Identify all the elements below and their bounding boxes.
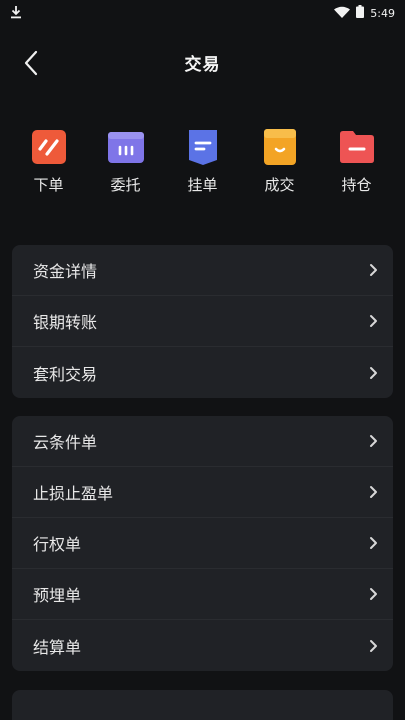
quick-action-label: 下单 — [33, 176, 64, 194]
pending-order-icon — [188, 130, 217, 165]
menu-item-fund-details[interactable]: 资金详情 — [12, 245, 393, 296]
menu-item-label: 资金详情 — [33, 262, 98, 281]
quick-action-position[interactable]: 持仓 — [326, 128, 388, 208]
order-icon — [31, 130, 66, 164]
menu-item-stop-loss-take-profit[interactable]: 止损止盈单 — [12, 467, 393, 518]
quick-action-pending-order[interactable]: 挂单 — [172, 128, 234, 208]
back-button[interactable] — [14, 46, 48, 80]
menu-item-label: 结算单 — [33, 637, 82, 657]
page-title: 交易 — [184, 54, 221, 75]
menu-item-label: 止损止盈单 — [33, 484, 114, 503]
quick-action-label: 成交 — [264, 176, 295, 194]
quick-action-entrust[interactable]: 委托 — [95, 128, 157, 208]
chevron-right-icon — [370, 315, 377, 327]
status-time: 5:49 — [370, 6, 395, 20]
quick-actions: 下单 委托 挂单 成交 持仓 — [0, 128, 405, 208]
menu-item-exercise-order[interactable]: 行权单 — [12, 518, 393, 569]
chevron-right-icon — [370, 264, 377, 276]
chevron-right-icon — [370, 366, 377, 379]
wifi-icon — [334, 6, 351, 21]
chevron-right-icon — [370, 588, 377, 600]
chevron-right-icon — [370, 639, 377, 652]
menu-item-more[interactable]: 更多 — [12, 690, 393, 720]
menu-item-label: 预埋单 — [33, 586, 82, 605]
menu-group-1: 资金详情 银期转账 套利交易 — [12, 245, 393, 398]
quick-action-deal[interactable]: 成交 — [249, 128, 311, 208]
quick-action-label: 委托 — [110, 176, 141, 194]
deal-icon — [263, 129, 296, 165]
quick-action-label: 持仓 — [341, 176, 372, 194]
menu-item-label: 银期转账 — [33, 313, 98, 332]
menu-item-cloud-conditional-order[interactable]: 云条件单 — [12, 416, 393, 467]
menu-group-3: 更多 — [12, 690, 393, 720]
menu-item-settlement-statement[interactable]: 结算单 — [12, 620, 393, 671]
chevron-left-icon — [24, 50, 38, 76]
entrust-icon — [107, 132, 144, 163]
menu-item-preset-order[interactable]: 预埋单 — [12, 569, 393, 620]
menu-group-2: 云条件单 止损止盈单 行权单 预埋单 结算单 — [12, 416, 393, 671]
chevron-right-icon — [370, 435, 377, 447]
menu-item-label: 行权单 — [33, 535, 82, 554]
chevron-right-icon — [370, 537, 377, 549]
menu-item-label: 更多 — [33, 715, 65, 720]
nav-bar: 交易 — [0, 36, 405, 88]
download-icon — [10, 5, 22, 22]
position-icon — [339, 131, 374, 163]
battery-icon — [356, 5, 365, 21]
status-right: 5:49 — [334, 5, 395, 21]
menu-item-label: 套利交易 — [33, 364, 98, 384]
quick-action-label: 挂单 — [187, 176, 218, 194]
chevron-right-icon — [370, 486, 377, 498]
menu-item-arbitrage-trading[interactable]: 套利交易 — [12, 347, 393, 398]
status-bar: 5:49 — [0, 0, 405, 26]
quick-action-order[interactable]: 下单 — [18, 128, 80, 208]
menu-item-bank-futures-transfer[interactable]: 银期转账 — [12, 296, 393, 347]
menu-item-label: 云条件单 — [33, 433, 98, 452]
